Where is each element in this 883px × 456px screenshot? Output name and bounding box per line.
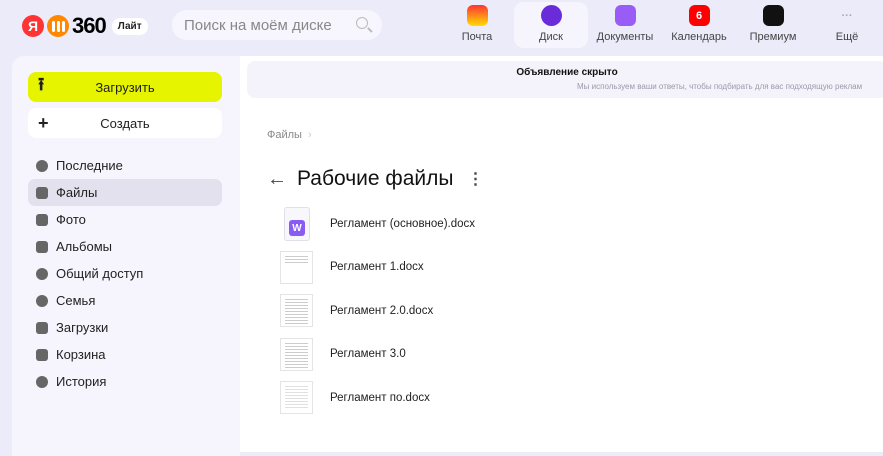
file-name: Регламент 3.0 — [330, 348, 406, 361]
ad-subtitle: Мы используем ваши ответы, чтобы подбира… — [577, 82, 863, 91]
app-label: Календарь — [671, 31, 727, 43]
app-more[interactable]: ··· Ещё — [810, 2, 883, 48]
ad-hidden-banner: Объявление скрыто Мы используем ваши отв… — [247, 61, 883, 98]
sidebar-item-label: Семья — [56, 293, 96, 308]
sidebar: ⭱ Загрузить + Создать Последние Файлы Фото… — [12, 56, 240, 456]
file-thumbnail — [280, 294, 313, 328]
breadcrumb-chevron-icon: › — [307, 129, 312, 141]
file-name: Регламент 2.0.docx — [330, 304, 434, 317]
people-icon — [36, 267, 48, 280]
file-item[interactable]: Регламент 1.docx — [280, 246, 475, 290]
app-label: Премиум — [749, 31, 797, 43]
sidebar-item-label: Файлы — [56, 185, 98, 200]
lite-badge: Лайт — [111, 17, 148, 35]
premium-icon — [762, 5, 784, 26]
word-badge: W — [289, 220, 305, 237]
page-title: Рабочие файлы — [297, 167, 454, 190]
more-dots-icon: ··· — [841, 9, 853, 22]
sidebar-item-label: Фото — [56, 212, 86, 227]
more-menu-icon[interactable]: ⋮ — [467, 169, 483, 189]
sidebar-item-trash[interactable]: Корзина — [28, 341, 222, 368]
app-label: Почта — [461, 31, 493, 43]
sidebar-item-label: Загрузки — [56, 320, 109, 335]
app-documents[interactable]: Документы — [588, 2, 662, 48]
ya-logo-icon: Я — [22, 15, 44, 37]
clock-icon — [36, 159, 48, 172]
back-arrow-icon[interactable]: ← — [267, 168, 297, 191]
file-name: Регламент 1.docx — [330, 261, 424, 274]
disk-icon — [540, 5, 562, 26]
sidebar-item-family[interactable]: Семья — [28, 287, 222, 314]
sidebar-item-label: История — [56, 374, 107, 389]
sidebar-item-label: Корзина — [56, 347, 106, 362]
sidebar-item-recent[interactable]: Последние — [28, 152, 222, 179]
photo-icon — [36, 213, 48, 226]
sidebar-item-history[interactable]: История — [28, 368, 222, 395]
app-calendar[interactable]: 6 Календарь — [662, 2, 736, 48]
search-input[interactable]: Поиск на моём диске — [172, 10, 382, 40]
sidebar-item-albums[interactable]: Альбомы — [28, 233, 222, 260]
folder-header: ← Рабочие файлы ⋮ — [267, 167, 483, 191]
app-disk[interactable]: Диск — [514, 2, 588, 48]
breadcrumb: Файлы › — [267, 129, 312, 141]
file-thumbnail — [280, 337, 313, 371]
app-label: Документы — [596, 31, 654, 43]
sidebar-item-files[interactable]: Файлы — [28, 179, 222, 206]
sidebar-item-shared[interactable]: Общий доступ — [28, 260, 222, 287]
app-premium[interactable]: Премиум — [736, 2, 810, 48]
file-name: Регламент (основное).docx — [330, 217, 476, 230]
file-item[interactable]: W Регламент (основное).docx — [280, 202, 475, 246]
album-icon — [36, 240, 48, 253]
main-content: Объявление скрыто Мы используем ваши отв… — [240, 56, 883, 452]
file-list: W Регламент (основное).docx Регламент 1.d… — [280, 202, 475, 420]
plus-icon: + — [38, 112, 49, 133]
file-thumbnail — [280, 250, 313, 284]
create-button[interactable]: + Создать — [28, 108, 222, 138]
sidebar-item-label: Последние — [56, 158, 123, 173]
file-item[interactable]: Регламент 2.0.docx — [280, 289, 475, 333]
sidebar-item-downloads[interactable]: Загрузки — [28, 314, 222, 341]
upload-button[interactable]: ⭱ Загрузить — [28, 72, 222, 102]
sidebar-item-photo[interactable]: Фото — [28, 206, 222, 233]
file-item[interactable]: Регламент 3.0 — [280, 333, 475, 377]
360-logo-icon — [47, 15, 69, 37]
create-label: Создать — [100, 115, 150, 131]
sidebar-nav: Последние Файлы Фото Альбомы Общий досту… — [28, 152, 222, 395]
heart-icon — [36, 294, 48, 307]
file-thumbnail — [280, 381, 313, 415]
trash-icon — [36, 348, 48, 361]
app-switcher: Почта Диск Документы 6 Календарь Премиум … — [440, 2, 883, 48]
documents-icon — [614, 5, 636, 26]
file-item[interactable]: Регламент по.docx — [280, 376, 475, 420]
upload-label: Загрузить — [95, 79, 155, 95]
app-label: Диск — [539, 31, 563, 43]
word-file-icon: W — [280, 207, 313, 242]
app-label: Ещё — [835, 31, 859, 43]
app-mail[interactable]: Почта — [440, 2, 514, 48]
sidebar-item-label: Общий доступ — [56, 266, 144, 281]
yandex-360-logo[interactable]: Я 360 Лайт — [22, 13, 148, 39]
ad-title: Объявление скрыто — [516, 67, 618, 78]
search-placeholder: Поиск на моём диске — [184, 16, 332, 34]
top-header: Я 360 Лайт Поиск на моём диске Почта Дис… — [0, 0, 883, 55]
download-icon — [36, 321, 48, 334]
logo-text: 360 — [72, 13, 107, 38]
upload-icon: ⭱ — [38, 74, 45, 94]
breadcrumb-files[interactable]: Файлы — [267, 129, 302, 141]
file-icon — [36, 186, 48, 199]
sidebar-item-label: Альбомы — [56, 239, 112, 254]
file-name: Регламент по.docx — [330, 391, 430, 404]
history-icon — [36, 375, 48, 388]
calendar-icon: 6 — [688, 5, 710, 26]
mail-icon — [466, 5, 488, 26]
search-icon[interactable] — [356, 17, 368, 29]
